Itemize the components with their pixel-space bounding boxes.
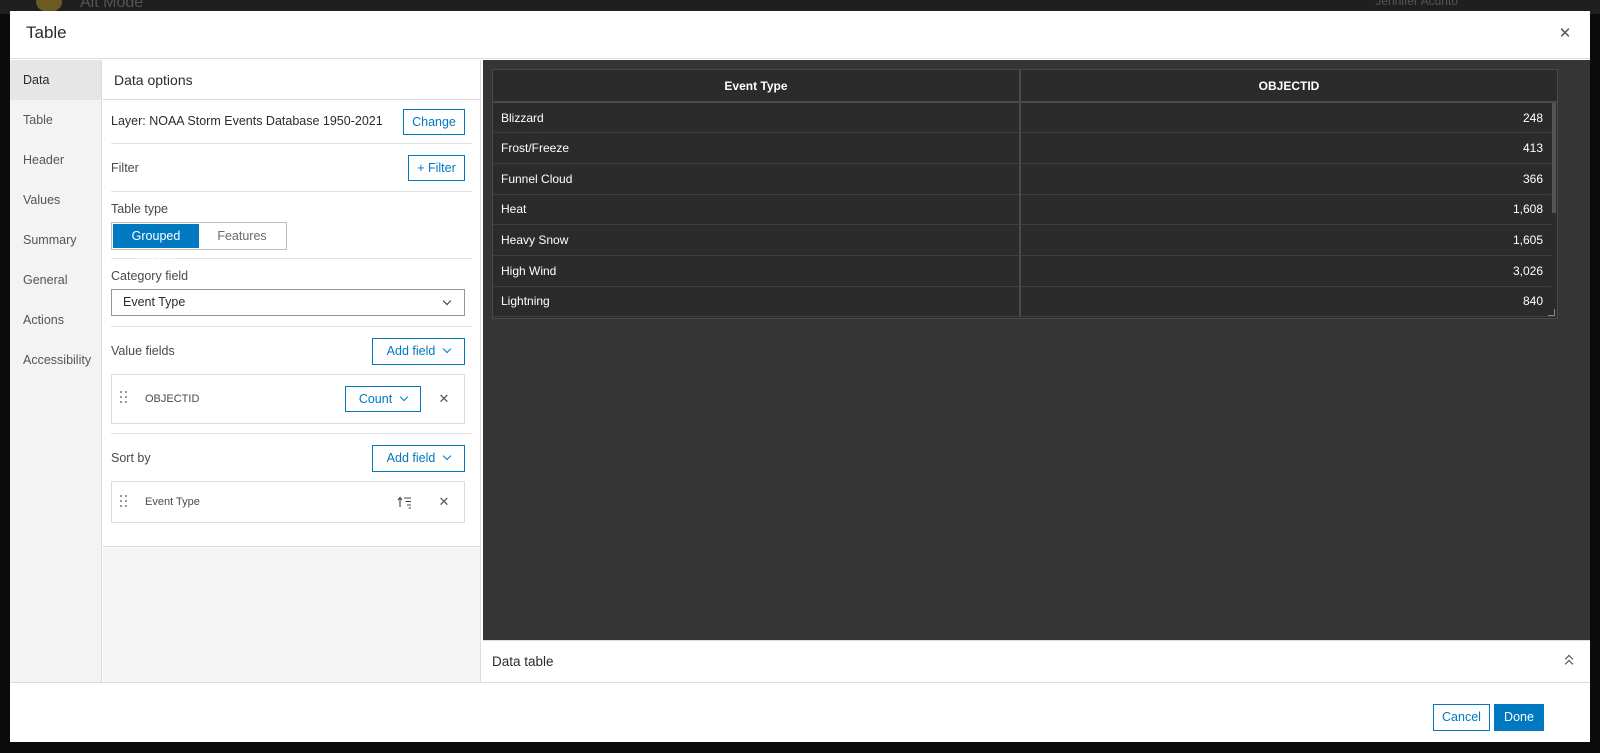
data-options-panel: Data options Layer: NOAA Storm Events Da… — [103, 60, 481, 693]
value-field-card: OBJECTID Count ✕ — [111, 374, 465, 424]
filter-row: Filter + Filter — [111, 144, 472, 192]
category-field-row: Category field Event Type — [111, 259, 472, 327]
done-button[interactable]: Done — [1494, 704, 1544, 731]
scrollbar-thumb[interactable] — [1552, 103, 1556, 213]
statistic-select[interactable]: Count — [345, 386, 421, 412]
category-field-select[interactable]: Event Type — [111, 289, 465, 316]
value-fields-label: Value fields — [111, 344, 175, 358]
add-sort-field-button[interactable]: Add field — [372, 445, 465, 472]
background-user-name: Jennifer Acunto — [1375, 0, 1458, 8]
filter-label: Filter — [111, 161, 139, 175]
close-icon[interactable]: ✕ — [1554, 23, 1576, 45]
settings-nav: Data Table Header Values Summary General… — [10, 60, 102, 693]
table-row: Funnel Cloud 366 — [493, 163, 1557, 195]
nav-item-data[interactable]: Data — [10, 60, 101, 100]
table-row: High Wind 3,026 — [493, 255, 1557, 287]
add-value-field-button[interactable]: Add field — [372, 338, 465, 365]
table-row: Heavy Snow 1,605 — [493, 224, 1557, 256]
chevron-down-icon — [443, 451, 452, 461]
preview-grid: Event Type OBJECTID Blizzard 248 Frost/Fr… — [492, 69, 1558, 319]
nav-item-header[interactable]: Header — [10, 140, 101, 180]
sort-by-row: Sort by Add field Event Type ✕ — [111, 434, 472, 540]
column-header-event-type[interactable]: Event Type — [493, 70, 1021, 103]
table-cell-category: Funnel Cloud — [493, 163, 1021, 195]
data-table-panel-bar: Data table — [483, 640, 1590, 682]
data-options-body: Layer: NOAA Storm Events Database 1950-2… — [103, 100, 480, 547]
add-filter-button[interactable]: + Filter — [408, 155, 465, 181]
change-layer-button[interactable]: Change — [403, 109, 465, 135]
category-field-label: Category field — [111, 269, 189, 283]
drag-handle-icon[interactable] — [120, 495, 128, 511]
table-dialog: Table ✕ Data Table Header Values Summary… — [10, 11, 1590, 742]
value-field-name: OBJECTID — [145, 393, 200, 405]
dialog-header: Table ✕ — [10, 11, 1590, 59]
table-preview: Event Type OBJECTID Blizzard 248 Frost/Fr… — [483, 60, 1590, 640]
table-type-features[interactable]: Features — [199, 224, 285, 248]
table-cell-category: Frost/Freeze — [493, 132, 1021, 164]
table-cell-category: High Wind — [493, 255, 1021, 287]
dialog-footer: Cancel Done — [10, 682, 1590, 742]
nav-item-table[interactable]: Table — [10, 100, 101, 140]
data-table-panel-title: Data table — [492, 654, 554, 669]
cancel-button[interactable]: Cancel — [1433, 704, 1490, 731]
table-cell-value: 248 — [1020, 102, 1557, 134]
statistic-value: Count — [358, 392, 393, 406]
dialog-title: Table — [26, 23, 67, 42]
sort-ascending-icon[interactable] — [397, 495, 413, 509]
table-row: Frost/Freeze 413 — [493, 132, 1557, 164]
data-options-heading: Data options — [103, 60, 480, 100]
sort-field-name: Event Type — [145, 496, 200, 508]
value-fields-row: Value fields Add field OBJECTID Count ✕ — [111, 327, 472, 434]
remove-sort-field-icon[interactable]: ✕ — [437, 494, 451, 510]
layer-row: Layer: NOAA Storm Events Database 1950-2… — [111, 100, 472, 144]
table-scrollbar[interactable] — [1551, 103, 1557, 313]
nav-item-values[interactable]: Values — [10, 180, 101, 220]
table-cell-value: 3,026 — [1020, 255, 1557, 287]
table-cell-value: 413 — [1020, 132, 1557, 164]
table-cell-value: 840 — [1020, 286, 1557, 318]
table-cell-category: Blizzard — [493, 102, 1021, 134]
nav-item-actions[interactable]: Actions — [10, 300, 101, 340]
table-row: Lightning 840 — [493, 286, 1557, 318]
table-cell-value: 1,605 — [1020, 224, 1557, 256]
chevron-down-icon — [443, 344, 452, 354]
column-header-objectid[interactable]: OBJECTID — [1020, 70, 1557, 103]
table-type-grouped-values[interactable]: Grouped values — [113, 224, 199, 267]
table-cell-category: Lightning — [493, 286, 1021, 318]
table-cell-value: 366 — [1020, 163, 1557, 195]
sort-field-card: Event Type ✕ — [111, 481, 465, 523]
table-cell-value: 1,608 — [1020, 194, 1557, 226]
chevron-down-icon — [442, 296, 452, 306]
chevron-down-icon — [399, 392, 409, 402]
add-value-field-label: Add field — [386, 344, 436, 358]
nav-item-summary[interactable]: Summary — [10, 220, 101, 260]
expand-panel-icon[interactable] — [1564, 653, 1576, 669]
nav-item-general[interactable]: General — [10, 260, 101, 300]
nav-item-accessibility[interactable]: Accessibility — [10, 340, 101, 380]
sort-by-label: Sort by — [111, 451, 151, 465]
layer-label: Layer: NOAA Storm Events Database 1950-2… — [111, 114, 383, 128]
table-row: Heat 1,608 — [493, 194, 1557, 226]
resize-handle-icon[interactable] — [1548, 309, 1555, 316]
data-table: Event Type OBJECTID Blizzard 248 Frost/Fr… — [493, 70, 1557, 318]
remove-value-field-icon[interactable]: ✕ — [437, 391, 451, 407]
table-type-label: Table type — [111, 202, 168, 216]
category-field-value: Event Type — [123, 295, 186, 309]
table-cell-category: Heat — [493, 194, 1021, 226]
add-sort-field-label: Add field — [386, 451, 436, 465]
drag-handle-icon[interactable] — [120, 391, 128, 407]
table-type-row: Table type Grouped values Features — [111, 192, 472, 267]
table-row: Blizzard 248 — [493, 102, 1557, 134]
table-cell-category: Heavy Snow — [493, 224, 1021, 256]
table-type-toggle: Grouped values Features — [111, 222, 287, 267]
table-header-row: Event Type OBJECTID — [493, 70, 1557, 103]
